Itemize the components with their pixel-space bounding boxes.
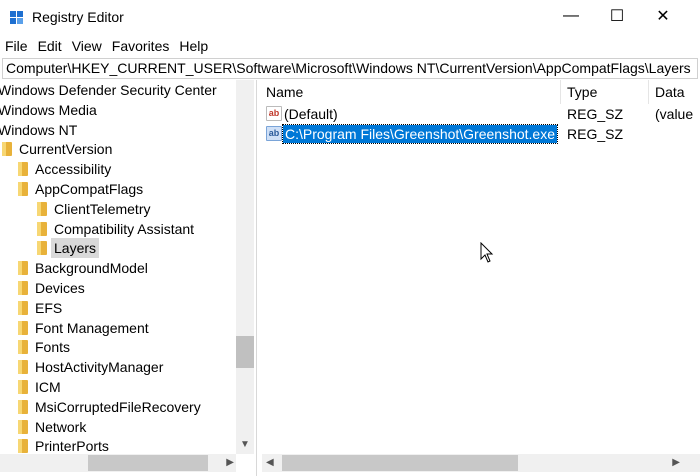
tree-vertical-scrollbar[interactable]: [236, 80, 254, 454]
folder-icon: [18, 300, 28, 315]
value-data: (value: [655, 106, 694, 122]
folder-icon: [18, 261, 28, 276]
folder-icon: [18, 419, 28, 434]
window-title: Registry Editor: [32, 9, 124, 25]
tree-item-label: Windows Defender Security Center: [0, 82, 217, 98]
menu-view[interactable]: View: [67, 36, 107, 54]
folder-icon: [18, 439, 28, 454]
folder-icon: [37, 221, 47, 236]
tree-item-label: MsiCorruptedFileRecovery: [35, 398, 201, 415]
folder-icon: [2, 142, 12, 157]
tree-horizontal-scroll-thumb[interactable]: [88, 455, 208, 471]
tree-item-label: BackgroundModel: [35, 260, 148, 277]
tree-item-label: Font Management: [35, 319, 149, 336]
folder-icon: [18, 182, 28, 196]
tree-item-label: HostActivityManager: [35, 359, 164, 376]
menu-edit[interactable]: Edit: [33, 36, 67, 54]
folder-icon: [18, 340, 28, 355]
registry-editor-icon: [10, 11, 24, 25]
tree-item-label: Compatibility Assistant: [54, 220, 195, 237]
tree-vertical-scroll-thumb[interactable]: [236, 336, 254, 368]
scroll-right-icon[interactable]: ▶: [226, 454, 234, 472]
list-horizontal-scroll-thumb[interactable]: [282, 455, 518, 471]
maximize-button[interactable]: ☐: [594, 0, 640, 32]
tree-item-label: Network: [35, 418, 87, 435]
folder-icon: [18, 162, 28, 177]
tree-item-label: EFS: [35, 299, 63, 316]
menu-favorites[interactable]: Favorites: [107, 36, 175, 54]
value-type: REG_SZ: [567, 126, 624, 142]
column-type[interactable]: Type: [567, 84, 597, 100]
minimize-button[interactable]: —: [548, 0, 594, 32]
folder-icon: [18, 320, 28, 335]
scroll-right-icon[interactable]: ▶: [672, 454, 680, 472]
tree-item-label: AppCompatFlags: [35, 181, 144, 197]
scroll-left-icon[interactable]: ◀: [266, 454, 274, 472]
value-name: (Default): [284, 106, 338, 122]
menu-bar: File Edit View Favorites Help: [0, 36, 700, 58]
list-header: Name Type Data: [262, 80, 700, 104]
folder-icon: [18, 281, 28, 295]
tree-item-label: Layers: [51, 238, 100, 259]
column-data[interactable]: Data: [655, 84, 685, 100]
address-bar[interactable]: Computer\HKEY_CURRENT_USER\Software\Micr…: [2, 58, 698, 79]
key-tree[interactable]: Windows Defender Security Center Windows …: [0, 80, 256, 476]
tree-item-label: Fonts: [35, 339, 71, 356]
menu-file[interactable]: File: [0, 36, 33, 54]
folder-icon: [18, 399, 28, 414]
string-value-icon: ab: [266, 106, 282, 121]
title-bar: Registry Editor — ☐ ✕: [0, 0, 700, 36]
tree-item-label: Windows NT: [0, 121, 78, 138]
menu-help[interactable]: Help: [174, 36, 213, 54]
column-name[interactable]: Name: [266, 84, 303, 100]
tree-item-label: Accessibility: [35, 161, 112, 178]
mouse-cursor-icon: [480, 242, 494, 263]
tree-item-label: Windows Media: [0, 101, 97, 118]
folder-icon: [37, 201, 47, 216]
tree-item-label: ICM: [35, 379, 61, 395]
folder-icon: [18, 360, 28, 375]
value-name-editing[interactable]: C:\Program Files\Greenshot\Greenshot.exe: [281, 124, 559, 144]
value-type: REG_SZ: [567, 106, 624, 122]
tree-item-label: CurrentVersion: [19, 141, 113, 158]
list-item[interactable]: ab (Default) REG_SZ (value: [262, 104, 700, 124]
tree-item-label: Devices: [35, 280, 85, 296]
folder-icon: [18, 380, 28, 394]
list-item-selected[interactable]: ab C:\Program Files\Greenshot\Greenshot.…: [262, 124, 700, 144]
scroll-down-icon[interactable]: ▼: [236, 436, 254, 454]
values-list[interactable]: Name Type Data ab (Default) REG_SZ (valu…: [262, 80, 700, 476]
folder-icon: [37, 241, 47, 256]
string-value-icon: ab: [266, 126, 282, 141]
tree-item-label: ClientTelemetry: [54, 200, 151, 217]
close-button[interactable]: ✕: [640, 0, 686, 32]
